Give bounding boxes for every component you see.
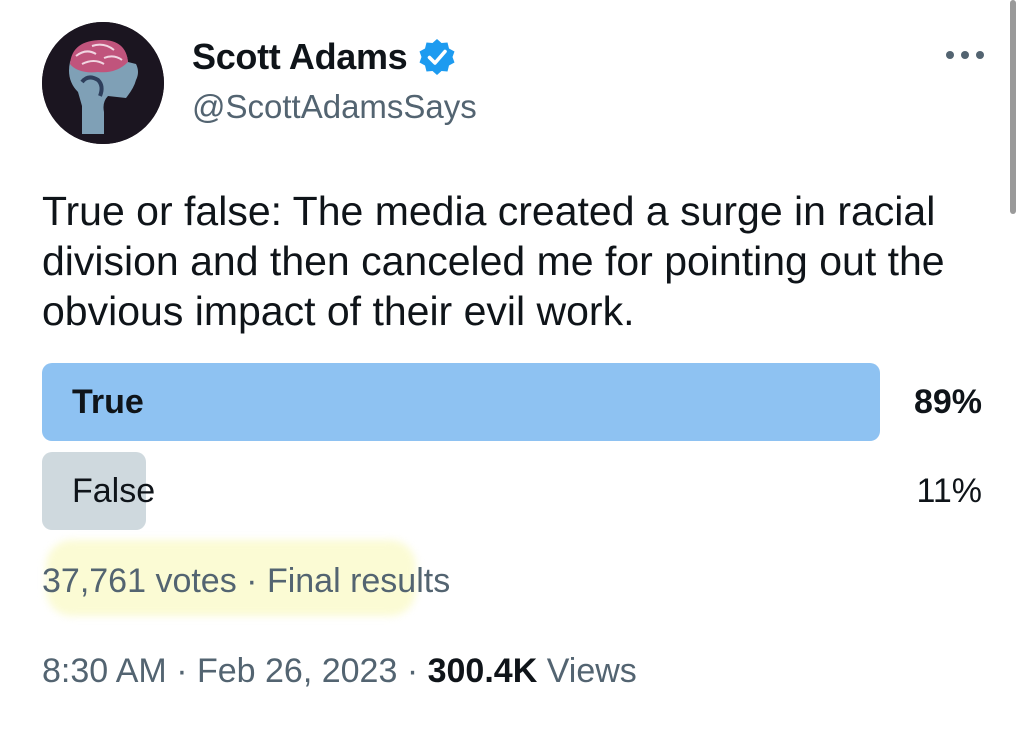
poll-option-label: True bbox=[72, 383, 144, 421]
poll-vote-count: 37,761 votes bbox=[42, 562, 237, 600]
poll-option-true: True 89% bbox=[42, 363, 982, 441]
more-dot bbox=[946, 51, 954, 59]
separator: · bbox=[406, 652, 419, 690]
poll-status: Final results bbox=[266, 562, 451, 600]
poll-summary: 37,761 votes · Final results bbox=[42, 562, 450, 601]
tweet-text: True or false: The media created a surge… bbox=[42, 188, 945, 334]
more-dot bbox=[976, 51, 984, 59]
scrollbar[interactable] bbox=[1010, 0, 1016, 214]
author-avatar[interactable] bbox=[42, 22, 164, 144]
separator: · bbox=[246, 562, 258, 600]
poll-option-label: False bbox=[72, 472, 156, 510]
poll-option-false: False 11% bbox=[42, 452, 982, 530]
poll-option-percent: 11% bbox=[916, 472, 982, 510]
tweet-date[interactable]: Feb 26, 2023 bbox=[197, 652, 397, 690]
separator: · bbox=[176, 652, 188, 690]
poll-option-percent: 89% bbox=[913, 383, 982, 421]
author-handle[interactable]: @ScottAdamsSays bbox=[192, 88, 477, 126]
views-count[interactable]: 300.4K bbox=[428, 652, 538, 690]
more-dot bbox=[961, 51, 969, 59]
tweet-meta: 8:30 AM · Feb 26, 2023 · 300.4K Views bbox=[42, 652, 637, 691]
more-icon[interactable] bbox=[946, 40, 984, 70]
verified-badge-icon bbox=[417, 37, 457, 77]
tweet-time[interactable]: 8:30 AM bbox=[42, 652, 167, 690]
author-name[interactable]: Scott Adams bbox=[192, 36, 457, 78]
author-name-text[interactable]: Scott Adams bbox=[192, 36, 408, 78]
brain-head-avatar-icon bbox=[42, 22, 164, 144]
poll-result-bar bbox=[42, 363, 880, 441]
views-label[interactable]: Views bbox=[547, 652, 637, 690]
